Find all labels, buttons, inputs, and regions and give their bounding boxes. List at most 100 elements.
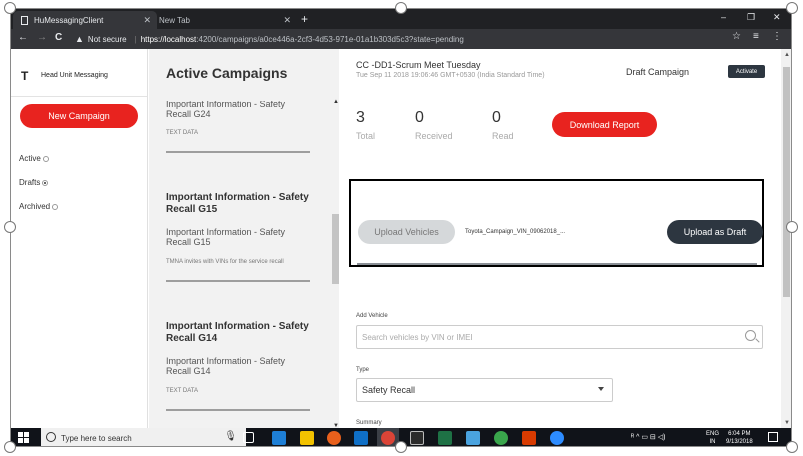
separator: |	[134, 34, 137, 44]
page-scrollbar[interactable]: ▲ ▼	[781, 49, 791, 429]
campaign-title: CC -DD1-Scrum Meet Tuesday	[356, 60, 481, 70]
upload-as-draft-button[interactable]: Upload as Draft	[667, 220, 763, 244]
url-host: https://localhost	[140, 34, 197, 44]
tab-label: New Tab	[159, 15, 190, 25]
stat-total-label: Total	[356, 131, 376, 141]
minimize-button[interactable]: –	[721, 12, 726, 22]
scroll-thumb[interactable]	[783, 67, 790, 297]
outlook-icon[interactable]	[354, 431, 368, 445]
chrome-icon[interactable]	[381, 431, 395, 445]
clock[interactable]: 6:04 PM 9/13/2018	[726, 430, 753, 446]
edge-icon[interactable]	[272, 431, 286, 445]
card-divider	[166, 280, 310, 282]
scroll-thumb[interactable]	[332, 214, 339, 284]
list-title: Active Campaigns	[166, 65, 288, 81]
card-subtitle: Important Information - Safety Recall G1…	[166, 227, 286, 247]
windows-start-icon[interactable]	[18, 432, 29, 443]
upload-panel: Upload Vehicles Toyota_Campaign_VIN_0906…	[349, 179, 764, 267]
microphone-icon[interactable]: 🎙	[224, 431, 237, 442]
card-title[interactable]: Important Information - Safety Recall G1…	[166, 192, 316, 216]
url-path: :4200/campaigns/a0ce446a-2cf3-4d53-971e-…	[196, 34, 464, 44]
summary-label: Summary	[356, 420, 382, 426]
app-icon[interactable]	[466, 431, 480, 445]
card-subtitle: Important Information - Safety Recall G1…	[166, 356, 286, 376]
language-indicator[interactable]: ENG IN	[706, 430, 719, 446]
resize-handle[interactable]	[786, 441, 798, 453]
type-value: Safety Recall	[362, 385, 416, 395]
close-tab-icon[interactable]: ✕	[283, 15, 291, 26]
clock-time: 6:04 PM	[728, 431, 751, 437]
type-label: Type	[356, 367, 370, 373]
vehicle-search-input[interactable]: Search vehicles by VIN or IMEI	[356, 325, 763, 349]
card-divider	[166, 409, 310, 411]
campaign-detail: CC -DD1-Scrum Meet Tuesday Tue Sep 11 20…	[339, 49, 781, 429]
stat-received-value: 0	[415, 109, 424, 126]
resize-handle[interactable]	[395, 2, 407, 14]
card-title[interactable]: Important Information - Safety Recall G1…	[166, 321, 316, 345]
resize-handle[interactable]	[786, 2, 798, 14]
card-subtitle[interactable]: Important Information - Safety Recall G2…	[166, 101, 306, 119]
filter-active[interactable]: Active	[19, 154, 49, 163]
radio-selected-icon[interactable]	[42, 179, 49, 186]
tab-new-tab[interactable]: New Tab ✕	[157, 11, 297, 29]
radio-icon[interactable]	[52, 203, 59, 210]
upload-divider	[357, 263, 757, 265]
close-tab-icon[interactable]: ✕	[143, 15, 151, 26]
excel-icon[interactable]	[438, 431, 452, 445]
app-icon[interactable]	[494, 431, 508, 445]
resize-handle[interactable]	[4, 441, 16, 453]
menu-icon[interactable]: ⋮	[772, 31, 782, 42]
screen: HuMessagingClient ✕ New Tab ✕ + – ❐ ✕ ← …	[0, 0, 803, 456]
resize-handle[interactable]	[4, 2, 16, 14]
stat-total-value: 3	[356, 109, 365, 126]
search-placeholder: Search vehicles by VIN or IMEI	[362, 332, 473, 342]
firefox-icon[interactable]	[327, 431, 341, 445]
filter-label: Archived	[19, 202, 51, 211]
reload-button[interactable]: C	[55, 32, 62, 43]
search-icon[interactable]	[745, 330, 756, 341]
upload-vehicles-button[interactable]: Upload Vehicles	[358, 220, 455, 244]
activate-button[interactable]: Activate	[728, 65, 765, 78]
card-meta: TEXT DATA	[166, 130, 199, 136]
resize-handle[interactable]	[395, 441, 407, 453]
type-select[interactable]: Safety Recall	[356, 378, 613, 402]
stat-received-label: Received	[415, 131, 453, 141]
file-explorer-icon[interactable]	[300, 431, 314, 445]
notification-icon[interactable]	[768, 432, 778, 442]
extension-icon[interactable]: ≡	[753, 31, 759, 42]
app: T Head Unit Messaging New Campaign Activ…	[11, 49, 781, 429]
task-view-icon[interactable]	[243, 432, 254, 443]
document-icon	[21, 15, 28, 25]
office-icon[interactable]	[522, 431, 536, 445]
url-field[interactable]: ▲ Not secure | https://localhost:4200/ca…	[75, 31, 765, 47]
bookmark-star-icon[interactable]: ☆	[732, 31, 741, 42]
campaign-list: Active Campaigns Important Information -…	[149, 49, 339, 429]
terminal-icon[interactable]	[410, 431, 424, 445]
resize-handle[interactable]	[4, 221, 16, 233]
back-button[interactable]: ←	[18, 32, 28, 43]
new-tab-button[interactable]: +	[301, 12, 308, 26]
radio-icon[interactable]	[42, 155, 49, 162]
forward-button[interactable]: →	[37, 32, 47, 43]
resize-handle[interactable]	[786, 221, 798, 233]
zoom-icon[interactable]	[550, 431, 564, 445]
maximize-button[interactable]: ❐	[747, 12, 755, 23]
warning-icon: ▲	[75, 34, 84, 44]
taskbar-search-placeholder: Type here to search	[61, 433, 132, 443]
logo: T	[21, 69, 29, 83]
filter-drafts[interactable]: Drafts	[19, 178, 49, 187]
taskbar-search[interactable]: Type here to search 🎙	[41, 428, 246, 446]
download-report-button[interactable]: Download Report	[552, 112, 657, 137]
tab-humessagingclient[interactable]: HuMessagingClient ✕	[13, 11, 157, 29]
close-window-button[interactable]: ✕	[773, 12, 781, 23]
scroll-up-icon[interactable]: ▲	[784, 52, 790, 58]
list-scrollbar[interactable]: ▲ ▼	[332, 99, 339, 429]
chevron-down-icon[interactable]	[598, 387, 604, 391]
status-label: Draft Campaign	[626, 67, 690, 77]
filter-archived[interactable]: Archived	[19, 202, 59, 211]
new-campaign-button[interactable]: New Campaign	[20, 104, 138, 128]
filter-label: Active	[19, 154, 41, 163]
security-label: Not secure	[87, 34, 127, 44]
scroll-down-icon[interactable]: ▼	[784, 420, 790, 426]
tray-icons[interactable]: ᴿ ^ ▭ ⊟ ◁)	[631, 433, 665, 441]
